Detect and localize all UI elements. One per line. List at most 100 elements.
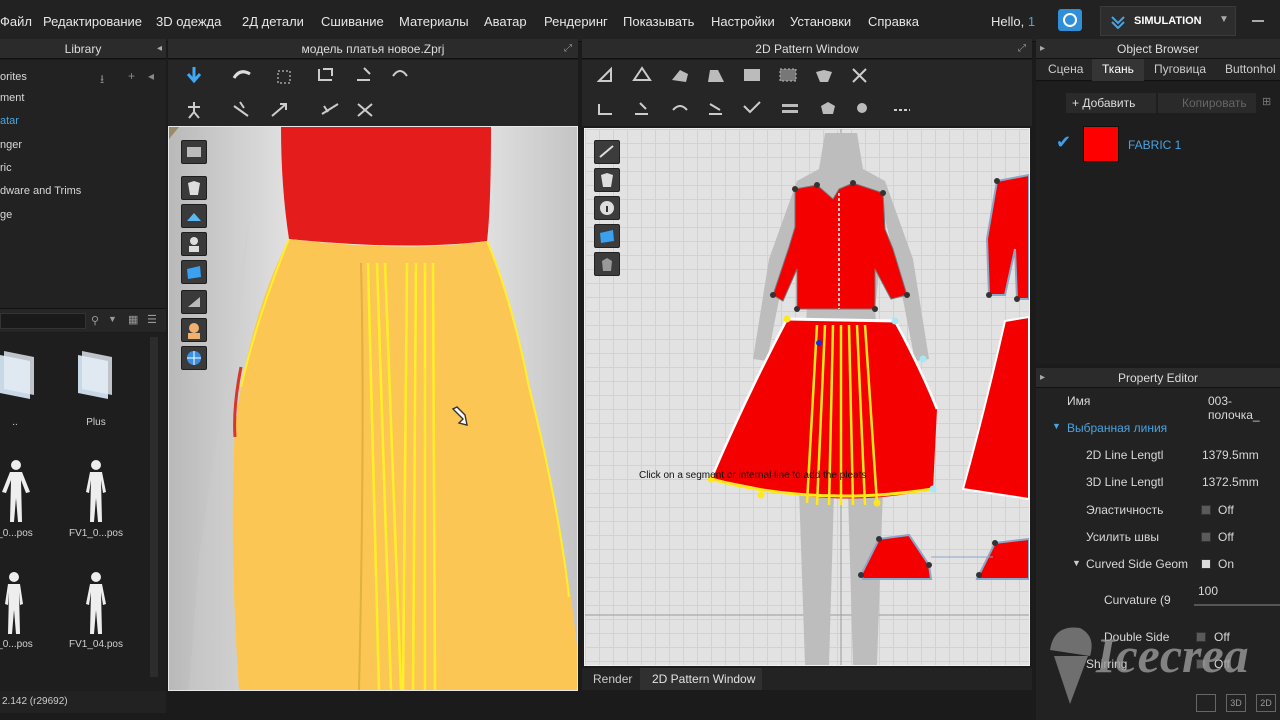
menu-file[interactable]: Файл [0,14,32,29]
transform-pattern-icon[interactable] [594,64,618,86]
library-item-stage[interactable]: ge [0,209,12,221]
prop-value[interactable]: 1379.5mm [1202,448,1259,462]
menu-edit[interactable]: Редактирование [43,14,142,29]
show-pattern-icon[interactable] [594,140,620,164]
box-select-icon[interactable] [272,66,296,88]
prop-section-row[interactable]: ▼ Выбранная линия [1040,416,1280,442]
curvature-slider[interactable] [1194,604,1280,606]
edit-pattern-icon[interactable] [630,64,654,86]
reinforce-checkbox[interactable] [1201,532,1211,542]
view-texture-icon[interactable] [181,204,207,228]
library-item-fabric[interactable]: ric [0,162,12,174]
filter-caret-icon[interactable]: ▼ [108,314,117,324]
menu-3d-garment[interactable]: 3D одежда [156,14,221,29]
shirring-checkbox[interactable] [1196,659,1206,669]
menu-render[interactable]: Рендеринг [544,14,608,29]
fold-rotate-icon[interactable] [388,64,412,86]
menu-help[interactable]: Справка [868,14,919,29]
dock-icon[interactable]: ▸ [1040,39,1045,59]
view-camera-icon[interactable] [181,140,207,164]
lock-garment-icon[interactable] [594,252,620,276]
tab-2d-pattern-window[interactable]: 2D Pattern Window [640,668,762,690]
seam-segment-icon[interactable] [594,98,618,120]
view-shading-icon[interactable] [181,290,207,314]
elasticity-checkbox[interactable] [1201,505,1211,515]
pin-tool-icon[interactable] [230,98,254,120]
check-seam-icon[interactable] [740,98,764,120]
globe-icon[interactable] [181,346,207,370]
avatar-skin-icon[interactable] [181,318,207,342]
library-item-hanger[interactable]: nger [0,139,22,151]
double-side-checkbox[interactable] [1196,632,1206,642]
library-item-garment[interactable]: ment [0,92,24,104]
tab-render[interactable]: Render [593,672,632,686]
folder-icon[interactable] [78,351,118,401]
avatar-pose-thumb[interactable] [0,570,36,636]
trace-icon[interactable] [812,64,836,86]
fold-arrange-icon[interactable] [352,64,376,86]
select-move-icon[interactable] [182,64,206,86]
maximize-icon[interactable]: ⤢ [1018,39,1026,59]
view-avatar-icon[interactable] [181,232,207,256]
library-scrollbar[interactable] [150,337,158,677]
back-icon[interactable]: ◂ [148,69,154,83]
pattern2d-canvas[interactable]: Click on a segment or internal line to a… [584,128,1030,666]
menu-sewing[interactable]: Сшивание [321,14,384,29]
avatar-pose-thumb[interactable] [82,458,118,524]
fabric-name[interactable]: FABRIC 1 [1128,138,1181,152]
library-item-avatar[interactable]: atar [0,115,19,127]
pleat-icon[interactable] [778,98,802,120]
seam-free-icon[interactable] [630,98,654,120]
tab-buttonhole[interactable]: Buttonhol [1225,62,1276,76]
menu-materials[interactable]: Материалы [399,14,469,29]
info-icon[interactable] [594,196,620,220]
show-texture-icon[interactable] [594,224,620,248]
seam-edit-icon[interactable] [668,98,692,120]
cut-tool-icon[interactable] [354,98,378,120]
menu-settings[interactable]: Настройки [711,14,775,29]
polygon-icon[interactable] [704,64,728,86]
garment-fold-icon[interactable] [816,98,840,120]
folder-icon[interactable] [0,351,40,401]
menu-display[interactable]: Показывать [623,14,694,29]
fabric-swatch[interactable] [1083,126,1119,162]
view-2d-button[interactable]: 2D [1256,694,1276,712]
minimize-icon[interactable] [1252,20,1264,22]
dock-icon[interactable]: ◂ [157,39,162,59]
tab-fabric[interactable]: Ткань [1092,59,1144,81]
cloud-icon[interactable] [1058,9,1082,31]
maximize-icon[interactable]: ⤢ [564,39,572,59]
internal-rect-icon[interactable] [776,64,800,86]
view-garment-icon[interactable] [181,176,207,200]
grid-view-icon[interactable]: ▦ [128,313,138,326]
measure-tool-icon[interactable] [318,98,342,120]
view-3d-button[interactable]: 3D [1226,694,1246,712]
avatar-pose-thumb[interactable] [0,458,36,524]
avatar-pose-thumb[interactable] [82,570,118,636]
download-icon[interactable]: ⭳ [100,70,104,91]
library-item-favorites[interactable]: orites [0,71,27,83]
view-fabric-icon[interactable] [181,260,207,284]
simulation-button[interactable]: SIMULATION ▼ [1100,6,1236,36]
fold-tool-icon[interactable] [314,64,338,86]
tack-tool-icon[interactable] [268,98,292,120]
expand-caret-icon[interactable]: ▼ [1072,558,1081,568]
list-view-icon[interactable]: ☰ [147,313,157,326]
menu-2d-pattern[interactable]: 2Д детали [242,14,304,29]
hand-tool-icon[interactable] [230,64,254,86]
tack-icon[interactable] [704,98,728,120]
library-item-hardware[interactable]: dware and Trims [0,185,81,197]
viewport3d-canvas[interactable] [168,126,578,691]
assign-icon[interactable]: ⊞ [1262,95,1271,108]
view-toggle-button[interactable] [1196,694,1216,712]
curved-side-checkbox[interactable] [1201,559,1211,569]
menu-preferences[interactable]: Установки [790,14,851,29]
add-fabric-button[interactable]: + Добавить [1066,93,1156,113]
show-garment-icon[interactable] [594,168,620,192]
copy-fabric-button[interactable]: Копировать [1158,93,1256,113]
topstitch-icon[interactable] [890,98,914,120]
tab-scene[interactable]: Сцена [1048,62,1083,76]
pose-avatar-icon[interactable] [182,98,206,120]
button-tool-icon[interactable] [852,98,876,120]
library-search-input[interactable] [0,313,86,329]
